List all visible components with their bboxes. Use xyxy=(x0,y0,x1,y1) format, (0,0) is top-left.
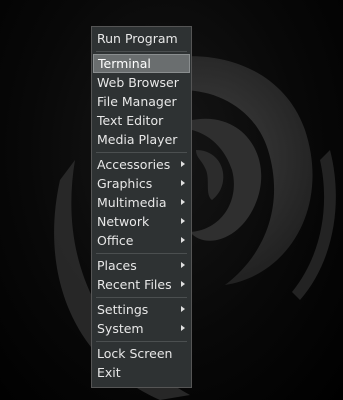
menu-item-label: Settings xyxy=(97,302,149,317)
chevron-right-icon xyxy=(181,237,185,243)
menu-item-settings[interactable]: Settings xyxy=(92,300,191,319)
menu-item-places[interactable]: Places xyxy=(92,256,191,275)
menu-separator xyxy=(96,51,187,52)
menu-item-lock-screen[interactable]: Lock Screen xyxy=(92,344,191,363)
chevron-right-icon xyxy=(181,306,185,312)
menu-item-terminal[interactable]: Terminal xyxy=(93,54,190,73)
menu-item-accessories[interactable]: Accessories xyxy=(92,155,191,174)
menu-item-office[interactable]: Office xyxy=(92,231,191,250)
menu-item-system[interactable]: System xyxy=(92,319,191,338)
menu-item-multimedia[interactable]: Multimedia xyxy=(92,193,191,212)
menu-item-label: Places xyxy=(97,258,137,273)
menu-item-media-player[interactable]: Media Player xyxy=(92,130,191,149)
menu-item-label: Graphics xyxy=(97,176,153,191)
menu-item-recent-files[interactable]: Recent Files xyxy=(92,275,191,294)
menu-separator xyxy=(96,152,187,153)
menu-item-web-browser[interactable]: Web Browser xyxy=(92,73,191,92)
menu-item-graphics[interactable]: Graphics xyxy=(92,174,191,193)
menu-item-label: Multimedia xyxy=(97,195,167,210)
chevron-right-icon xyxy=(181,325,185,331)
chevron-right-icon xyxy=(181,199,185,205)
menu-separator xyxy=(96,341,187,342)
menu-item-exit[interactable]: Exit xyxy=(92,363,191,382)
chevron-right-icon xyxy=(181,161,185,167)
menu-item-label: System xyxy=(97,321,144,336)
menu-separator xyxy=(96,297,187,298)
chevron-right-icon xyxy=(181,180,185,186)
menu-item-file-manager[interactable]: File Manager xyxy=(92,92,191,111)
root-menu: Run Program Terminal Web Browser File Ma… xyxy=(91,26,192,388)
menu-item-text-editor[interactable]: Text Editor xyxy=(92,111,191,130)
menu-item-run-program[interactable]: Run Program xyxy=(92,29,191,48)
chevron-right-icon xyxy=(181,218,185,224)
menu-item-label: Office xyxy=(97,233,134,248)
chevron-right-icon xyxy=(181,281,185,287)
menu-item-label: Network xyxy=(97,214,150,229)
chevron-right-icon xyxy=(181,262,185,268)
menu-item-label: Accessories xyxy=(97,157,171,172)
menu-item-label: Recent Files xyxy=(97,277,172,292)
menu-separator xyxy=(96,253,187,254)
menu-item-network[interactable]: Network xyxy=(92,212,191,231)
